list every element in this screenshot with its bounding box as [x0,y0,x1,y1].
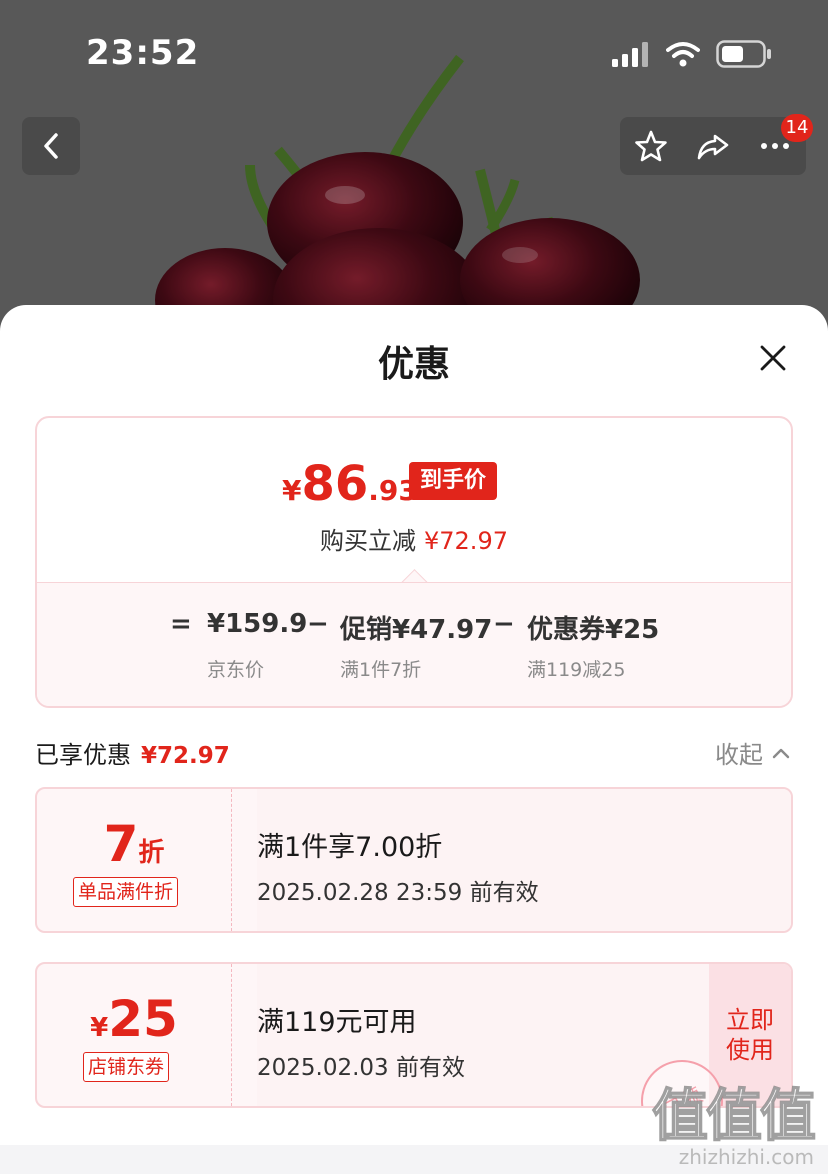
minus-sign: − [307,609,329,639]
wifi-icon [666,42,700,67]
use-now-button[interactable]: 立即使用 [709,964,791,1106]
status-bar: 23:52 [0,0,828,110]
discount-sheet: 优惠 ¥86.93 到手价 购买立减 ¥72.97 = ¥159.9 京东价 − … [0,305,828,1145]
coupon-card-voucher: ¥25 店铺东券 满119元可用 2025.02.03 前有效 立即使用 已领 [35,962,793,1108]
sheet-title: 优惠 [377,344,450,385]
collapse-button[interactable]: 收起 [715,735,791,770]
coupon-price: 优惠券¥25 [527,615,660,645]
minus-sign: − [493,609,515,639]
coupon-title: 满119元可用 [257,1007,417,1038]
message-badge: 14 [781,114,813,142]
coupon-validity: 2025.02.28 23:59 前有效 [257,880,539,906]
equals-sign: = [170,609,192,639]
back-button[interactable] [22,117,80,175]
coupon-value: ¥25 店铺东券 [37,964,231,1106]
share-icon[interactable] [695,128,731,164]
battery-icon [716,40,771,68]
price-breakdown-card: ¥86.93 到手价 购买立减 ¥72.97 = ¥159.9 京东价 − 促销¥… [35,416,793,708]
coupon-details: 满1件享7.00折 2025.02.28 23:59 前有效 [257,789,791,931]
coupon-type-tag: 单品满件折 [73,877,179,907]
promo-price-label: 满1件7折 [340,659,422,681]
coupon-divider [231,789,232,931]
coupon-title: 满1件享7.00折 [257,832,443,863]
price-formula: = ¥159.9 京东价 − 促销¥47.97 满1件7折 − 优惠券¥25 满… [37,582,791,706]
coupon-divider [231,964,232,1106]
instant-reduction: 购买立减 ¥72.97 [320,527,508,555]
close-icon[interactable] [758,343,788,373]
watermark-domain: zhizhizhi.com [678,1145,814,1169]
promo-price: 促销¥47.97 [340,615,493,645]
final-price-tag: 到手价 [409,462,498,500]
base-price: ¥159.9 [207,609,308,639]
chevron-up-icon [772,748,790,758]
status-time: 23:52 [86,33,200,73]
signal-icon [612,42,648,67]
coupon-card-discount: 7折 单品满件折 满1件享7.00折 2025.02.28 23:59 前有效 [35,787,793,933]
header-actions [620,117,806,175]
final-price: ¥86.93 [282,456,418,512]
coupon-price-label: 满119减25 [527,659,626,681]
coupon-type-tag: 店铺东券 [83,1052,170,1082]
coupon-value: 7折 单品满件折 [37,789,231,931]
base-price-label: 京东价 [207,659,265,681]
star-icon[interactable] [633,128,669,164]
coupon-validity: 2025.02.03 前有效 [257,1055,465,1081]
enjoyed-discount: 已享优惠 ¥72.97 [35,741,230,769]
chevron-left-icon [44,133,58,159]
